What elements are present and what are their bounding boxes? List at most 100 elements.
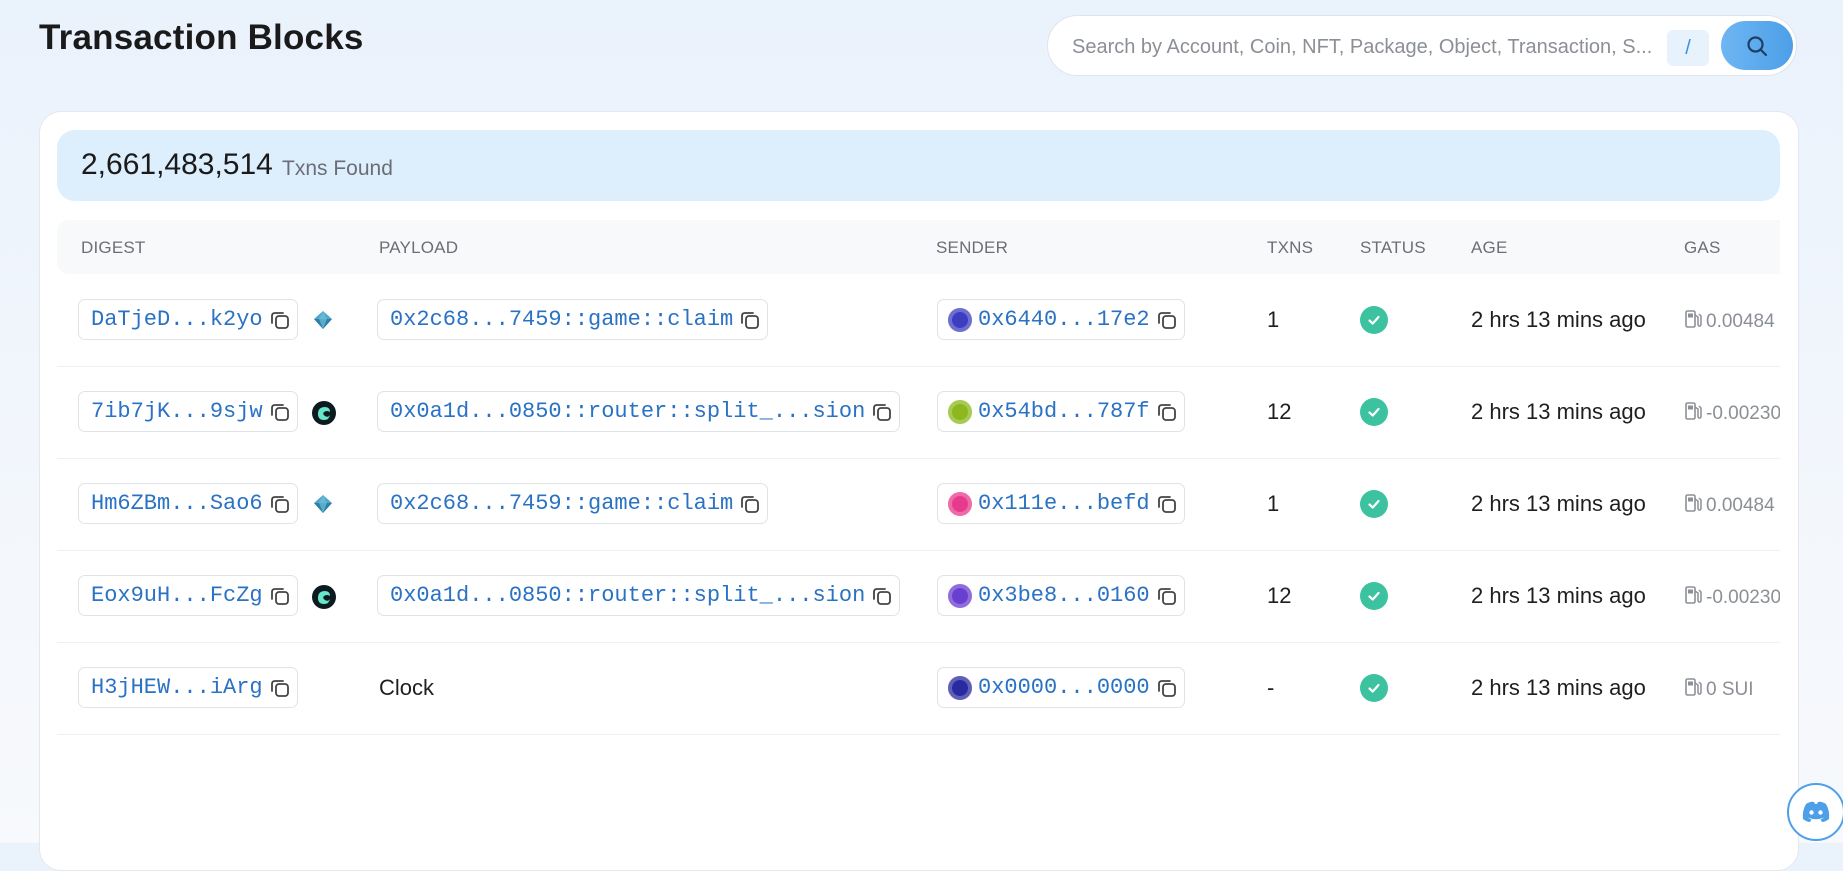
- copy-icon[interactable]: [269, 677, 291, 699]
- success-check-icon: [1360, 674, 1388, 702]
- copy-icon[interactable]: [1156, 401, 1178, 423]
- col-txns: TXNS: [1267, 238, 1314, 257]
- copy-icon[interactable]: [739, 493, 761, 515]
- payload-chip[interactable]: 0x0a1d...0850::router::split_...sion: [377, 391, 901, 432]
- col-payload: PAYLOAD: [379, 238, 459, 257]
- gas-cell: -0.00230: [1684, 585, 1780, 611]
- txns-count: 1: [1267, 307, 1280, 332]
- table-row: Hm6ZBm...Sao6 0x2c68...7459::game::claim…: [57, 458, 1780, 551]
- digest-chip[interactable]: 7ib7jK...9sjw: [78, 391, 298, 432]
- cetus-protocol-icon: [312, 401, 336, 425]
- avatar: [948, 307, 972, 332]
- sender-link[interactable]: 0x111e...befd: [978, 491, 1150, 516]
- payload-link[interactable]: 0x0a1d...0850::router::split_...sion: [390, 399, 865, 424]
- copy-icon[interactable]: [1156, 493, 1178, 515]
- diamond-protocol-icon: [312, 309, 334, 331]
- txns-count: 1: [1267, 491, 1280, 516]
- digest-link[interactable]: H3jHEW...iArg: [91, 675, 263, 700]
- transactions-card: 2,661,483,514 Txns Found DIGEST PAYLOAD …: [39, 111, 1799, 871]
- sender-chip[interactable]: 0x111e...befd: [937, 483, 1185, 524]
- cetus-protocol-icon: [312, 585, 336, 609]
- copy-icon[interactable]: [269, 309, 291, 331]
- payload-link[interactable]: 0x2c68...7459::game::claim: [390, 491, 733, 516]
- diamond-protocol-icon: [312, 493, 334, 515]
- search-shortcut-key: /: [1667, 30, 1709, 66]
- sender-chip[interactable]: 0x3be8...0160: [937, 575, 1185, 616]
- digest-chip[interactable]: Hm6ZBm...Sao6: [78, 483, 298, 524]
- discord-button[interactable]: [1787, 783, 1843, 841]
- sender-link[interactable]: 0x3be8...0160: [978, 583, 1150, 608]
- table-row: Eox9uH...FcZg 0x0a1d...0850::router::spl…: [57, 550, 1780, 643]
- txns-summary: 2,661,483,514 Txns Found: [57, 130, 1780, 201]
- gas-value: -0.00230: [1706, 587, 1780, 608]
- col-gas: GAS: [1684, 238, 1721, 257]
- txns-count: 2,661,483,514: [81, 148, 273, 181]
- txns-count: -: [1267, 675, 1275, 700]
- sender-link[interactable]: 0x54bd...787f: [978, 399, 1150, 424]
- avatar: [948, 583, 972, 608]
- success-check-icon: [1360, 582, 1388, 610]
- copy-icon[interactable]: [269, 493, 291, 515]
- digest-chip[interactable]: H3jHEW...iArg: [78, 667, 298, 708]
- gas-pump-icon: [1684, 493, 1702, 519]
- col-digest: DIGEST: [81, 238, 146, 257]
- gas-pump-icon: [1684, 309, 1702, 335]
- copy-icon[interactable]: [739, 309, 761, 331]
- table-header: DIGEST PAYLOAD SENDER TXNS STATUS AGE GA…: [57, 220, 1780, 274]
- copy-icon[interactable]: [269, 585, 291, 607]
- gas-cell: 0 SUI: [1684, 677, 1780, 703]
- table-row: 7ib7jK...9sjw 0x0a1d...0850::router::spl…: [57, 366, 1780, 459]
- payload-link[interactable]: 0x2c68...7459::game::claim: [390, 307, 733, 332]
- success-check-icon: [1360, 306, 1388, 334]
- gas-value: 0.00484: [1706, 311, 1775, 332]
- gas-cell: 0.00484: [1684, 309, 1780, 335]
- age-text: 2 hrs 13 mins ago: [1471, 491, 1646, 516]
- table-row: DaTjeD...k2yo 0x2c68...7459::game::claim…: [57, 274, 1780, 367]
- txns-count-label: Txns Found: [282, 157, 393, 180]
- gas-value: 0 SUI: [1706, 679, 1754, 700]
- payload-link[interactable]: 0x0a1d...0850::router::split_...sion: [390, 583, 865, 608]
- success-check-icon: [1360, 490, 1388, 518]
- digest-chip[interactable]: DaTjeD...k2yo: [78, 299, 298, 340]
- avatar: [948, 675, 972, 700]
- avatar: [948, 399, 972, 424]
- payload-chip[interactable]: 0x0a1d...0850::router::split_...sion: [377, 575, 901, 616]
- sender-chip[interactable]: 0x54bd...787f: [937, 391, 1185, 432]
- gas-pump-icon: [1684, 401, 1702, 427]
- discord-icon: [1802, 801, 1830, 822]
- copy-icon[interactable]: [1156, 585, 1178, 607]
- search-icon: [1747, 35, 1768, 56]
- age-text: 2 hrs 13 mins ago: [1471, 583, 1646, 608]
- digest-link[interactable]: 7ib7jK...9sjw: [91, 399, 263, 424]
- search-input[interactable]: [1070, 30, 1714, 64]
- avatar: [948, 491, 972, 516]
- sender-link[interactable]: 0x0000...0000: [978, 675, 1150, 700]
- txns-count: 12: [1267, 583, 1292, 608]
- sender-chip[interactable]: 0x6440...17e2: [937, 299, 1185, 340]
- payload-chip[interactable]: 0x2c68...7459::game::claim: [377, 483, 769, 524]
- digest-chip[interactable]: Eox9uH...FcZg: [78, 575, 298, 616]
- digest-link[interactable]: Eox9uH...FcZg: [91, 583, 263, 608]
- table-row: H3jHEW...iArg Clock 0x0000...0000 - 2 hrs…: [57, 642, 1780, 735]
- age-text: 2 hrs 13 mins ago: [1471, 675, 1646, 700]
- digest-link[interactable]: DaTjeD...k2yo: [91, 307, 263, 332]
- col-sender: SENDER: [936, 238, 1009, 257]
- search-button[interactable]: [1721, 21, 1793, 70]
- copy-icon[interactable]: [1156, 309, 1178, 331]
- payload-text: Clock: [379, 675, 435, 700]
- age-text: 2 hrs 13 mins ago: [1471, 399, 1646, 424]
- search-bar[interactable]: /: [1047, 15, 1797, 76]
- digest-link[interactable]: Hm6ZBm...Sao6: [91, 491, 263, 516]
- payload-chip[interactable]: 0x2c68...7459::game::claim: [377, 299, 769, 340]
- copy-icon[interactable]: [269, 401, 291, 423]
- gas-value: -0.00230: [1706, 403, 1780, 424]
- gas-value: 0.00484: [1706, 495, 1775, 516]
- gas-cell: -0.00230: [1684, 401, 1780, 427]
- copy-icon[interactable]: [1156, 677, 1178, 699]
- copy-icon[interactable]: [871, 401, 893, 423]
- gas-cell: 0.00484: [1684, 493, 1780, 519]
- col-status: STATUS: [1360, 238, 1426, 257]
- copy-icon[interactable]: [871, 585, 893, 607]
- sender-chip[interactable]: 0x0000...0000: [937, 667, 1185, 708]
- sender-link[interactable]: 0x6440...17e2: [978, 307, 1150, 332]
